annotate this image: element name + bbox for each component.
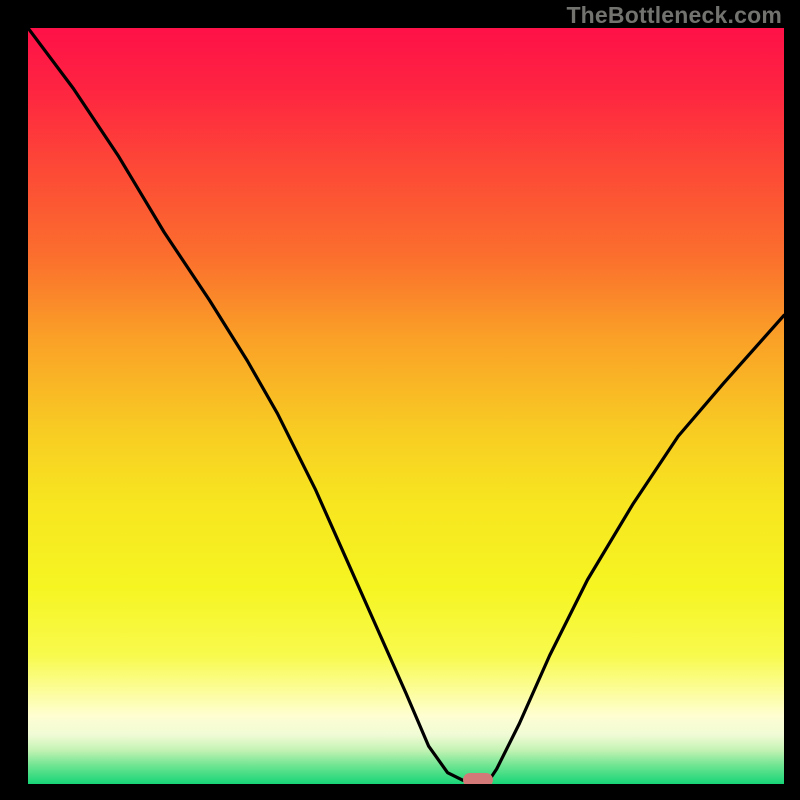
- plot-svg: [28, 28, 784, 784]
- watermark-text: TheBottleneck.com: [566, 2, 782, 29]
- gradient-rect: [28, 28, 784, 784]
- chart-container: TheBottleneck.com: [0, 0, 800, 800]
- plot-area: [28, 28, 784, 784]
- optimal-marker: [463, 773, 493, 784]
